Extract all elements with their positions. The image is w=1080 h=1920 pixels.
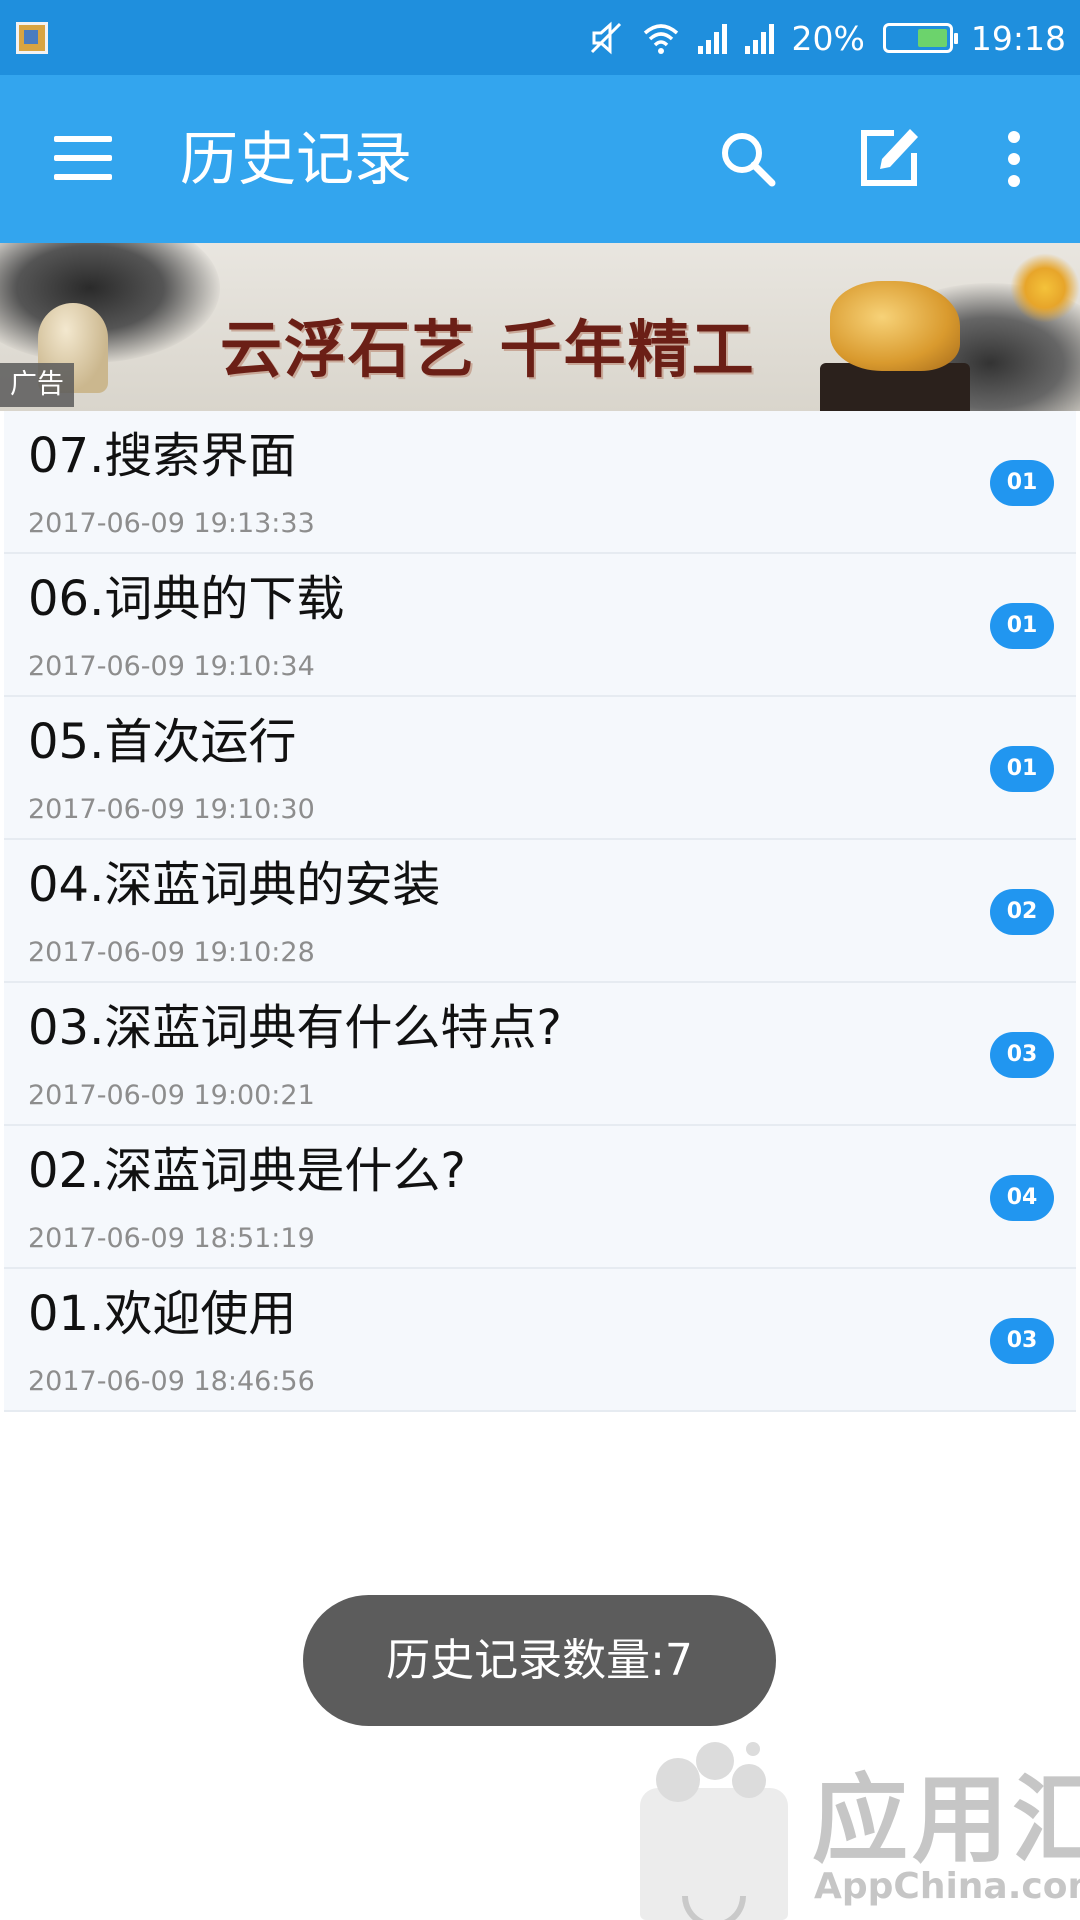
list-item[interactable]: 03.深蓝词典有什么特点? 2017-06-09 19:00:21 03 bbox=[4, 983, 1076, 1126]
status-bar: 20% 19:18 bbox=[0, 0, 1080, 75]
item-title: 07.搜索界面 bbox=[28, 428, 297, 484]
count-badge: 01 bbox=[990, 746, 1054, 792]
shopping-bag-icon bbox=[640, 1788, 788, 1920]
battery-percent: 20% bbox=[791, 18, 865, 58]
bubble-decoration bbox=[732, 1764, 766, 1798]
signal-icon bbox=[744, 22, 774, 54]
item-timestamp: 2017-06-09 19:13:33 bbox=[28, 508, 315, 539]
list-item[interactable]: 01.欢迎使用 2017-06-09 18:46:56 03 bbox=[4, 1269, 1076, 1412]
ad-flower-image bbox=[1010, 253, 1080, 323]
app-bar: 历史记录 bbox=[0, 75, 1080, 243]
count-badge: 01 bbox=[990, 603, 1054, 649]
list-item[interactable]: 04.深蓝词典的安装 2017-06-09 19:10:28 02 bbox=[4, 840, 1076, 983]
signal-icon bbox=[697, 22, 727, 54]
item-title: 01.欢迎使用 bbox=[28, 1286, 297, 1342]
item-timestamp: 2017-06-09 19:10:34 bbox=[28, 651, 315, 682]
item-timestamp: 2017-06-09 18:51:19 bbox=[28, 1223, 315, 1254]
ad-banner[interactable]: 云浮石艺 千年精工 广告 bbox=[0, 243, 1080, 411]
list-item[interactable]: 06.词典的下载 2017-06-09 19:10:34 01 bbox=[4, 554, 1076, 697]
ad-tag: 广告 bbox=[0, 363, 74, 407]
watermark-name: 应用汇 bbox=[812, 1764, 1080, 1876]
item-timestamp: 2017-06-09 18:46:56 bbox=[28, 1366, 315, 1397]
mute-icon bbox=[590, 21, 621, 55]
list-item[interactable]: 07.搜索界面 2017-06-09 19:13:33 01 bbox=[4, 411, 1076, 554]
item-title: 06.词典的下载 bbox=[28, 571, 345, 627]
search-icon[interactable] bbox=[718, 129, 778, 189]
list-item[interactable]: 05.首次运行 2017-06-09 19:10:30 01 bbox=[4, 697, 1076, 840]
edit-icon[interactable] bbox=[858, 127, 920, 189]
wifi-icon bbox=[643, 24, 678, 54]
page-title: 历史记录 bbox=[180, 125, 413, 193]
count-badge: 02 bbox=[990, 889, 1054, 935]
bubble-decoration bbox=[696, 1742, 734, 1780]
bubble-decoration bbox=[656, 1758, 700, 1802]
count-badge: 04 bbox=[990, 1175, 1054, 1221]
ad-stone-carving-image bbox=[830, 281, 960, 371]
watermark-site: AppChina.com bbox=[814, 1866, 1080, 1907]
item-timestamp: 2017-06-09 19:00:21 bbox=[28, 1080, 315, 1111]
ad-slogan: 云浮石艺 千年精工 bbox=[220, 313, 756, 386]
toast-message: 历史记录数量:7 bbox=[303, 1595, 776, 1726]
status-indicators: 20% 19:18 bbox=[588, 10, 1066, 66]
appchina-watermark: 应用汇 AppChina.com bbox=[636, 1742, 1080, 1920]
item-title: 04.深蓝词典的安装 bbox=[28, 857, 441, 913]
item-title: 03.深蓝词典有什么特点? bbox=[28, 1000, 562, 1056]
bubble-decoration bbox=[746, 1742, 760, 1756]
battery-icon bbox=[882, 23, 958, 53]
menu-icon[interactable] bbox=[54, 136, 112, 180]
ad-ink-decoration bbox=[0, 243, 220, 363]
list-item[interactable]: 02.深蓝词典是什么? 2017-06-09 18:51:19 04 bbox=[4, 1126, 1076, 1269]
history-list: 07.搜索界面 2017-06-09 19:13:33 01 06.词典的下载 … bbox=[4, 411, 1076, 1412]
app-notification-icon bbox=[16, 22, 48, 54]
item-timestamp: 2017-06-09 19:10:30 bbox=[28, 794, 315, 825]
item-timestamp: 2017-06-09 19:10:28 bbox=[28, 937, 315, 968]
count-badge: 03 bbox=[990, 1032, 1054, 1078]
item-title: 05.首次运行 bbox=[28, 714, 297, 770]
count-badge: 01 bbox=[990, 460, 1054, 506]
more-vert-icon[interactable] bbox=[1000, 131, 1028, 187]
item-title: 02.深蓝词典是什么? bbox=[28, 1143, 466, 1199]
clock: 19:18 bbox=[970, 18, 1066, 58]
count-badge: 03 bbox=[990, 1318, 1054, 1364]
